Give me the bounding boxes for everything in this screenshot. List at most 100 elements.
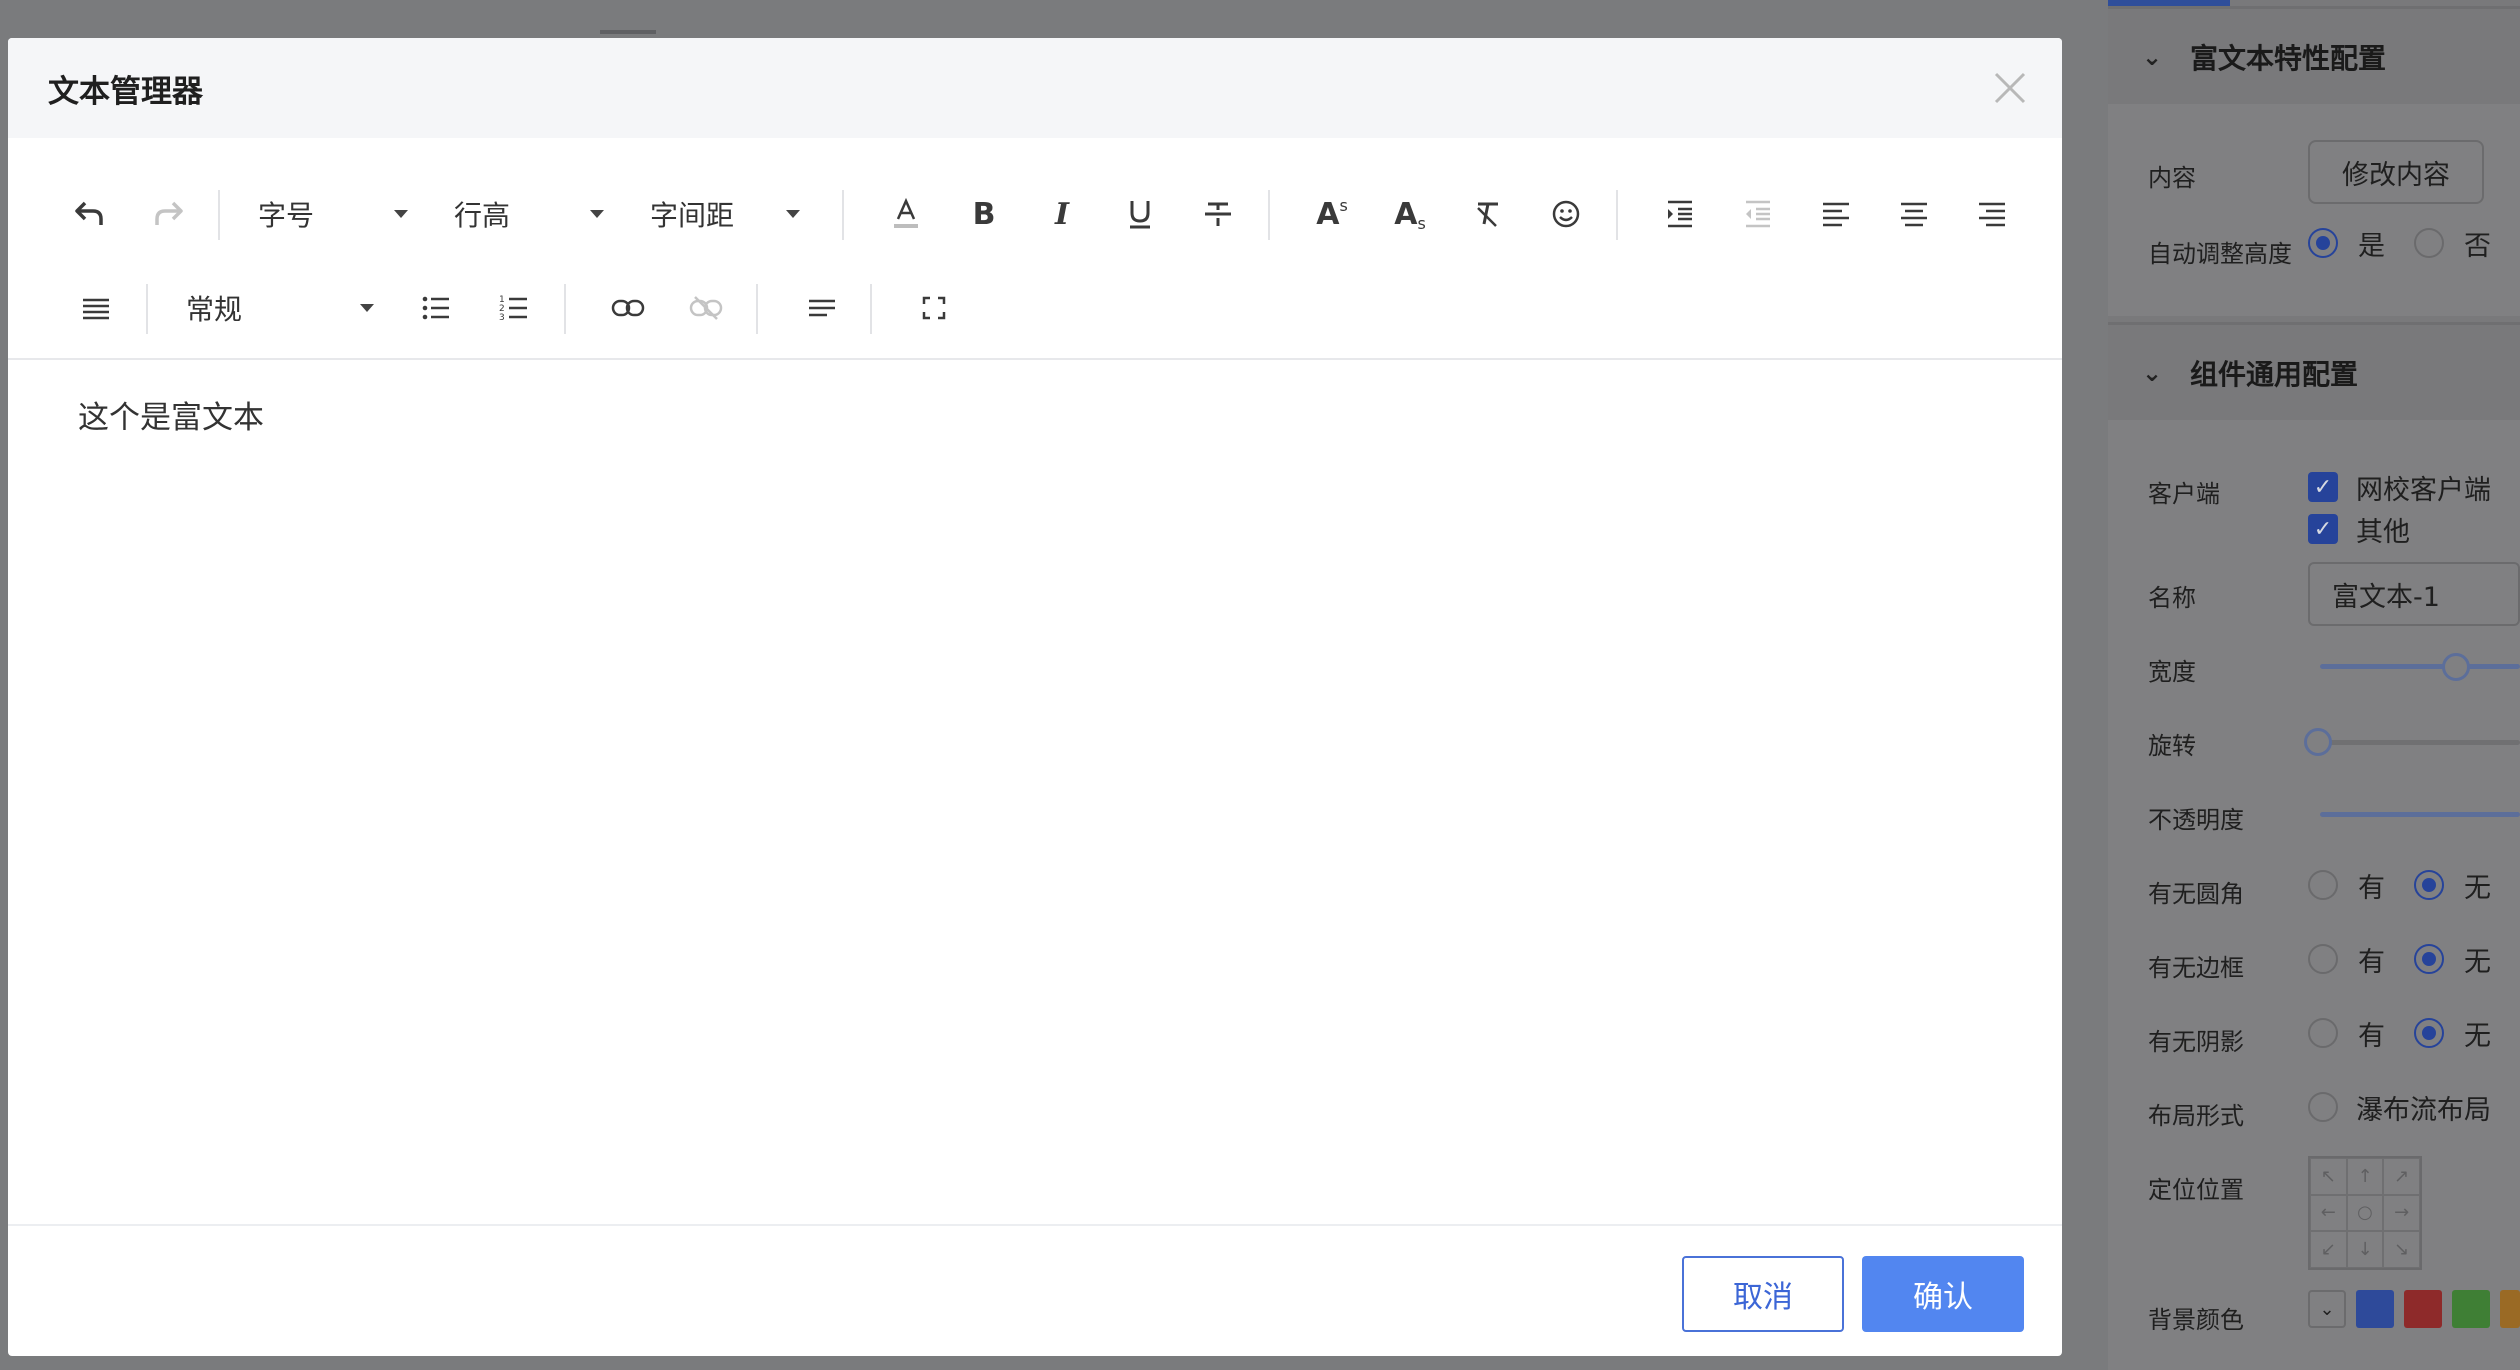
shadow-yes-label: 有 xyxy=(2358,1021,2385,1052)
rotate-slider-track[interactable] xyxy=(2320,740,2520,745)
clear-format-icon[interactable] xyxy=(1460,186,1516,242)
opacity-slider-track[interactable] xyxy=(2320,812,2520,817)
auto-height-yes-radio[interactable] xyxy=(2308,228,2338,258)
background-tab-indicator xyxy=(600,30,656,34)
strikethrough-icon[interactable] xyxy=(1190,186,1246,242)
width-slider-thumb[interactable] xyxy=(2442,653,2470,681)
client-checkbox-1[interactable]: ✓ xyxy=(2308,472,2338,502)
letter-spacing-label: 字间距 xyxy=(650,199,735,232)
border-label: 有无边框 xyxy=(2148,954,2244,982)
rounded-yes-radio[interactable] xyxy=(2308,870,2338,900)
caret-down-icon xyxy=(786,210,800,218)
shadow-no-radio[interactable] xyxy=(2414,1018,2444,1048)
name-input[interactable]: 富文本-1 xyxy=(2308,562,2520,626)
align-center-icon[interactable] xyxy=(1886,186,1942,242)
modal-footer: 取消 确认 xyxy=(8,1224,2062,1356)
link-icon[interactable] xyxy=(600,280,656,336)
section-header-rich-text[interactable]: ⌄ 富文本特性配置 xyxy=(2108,6,2520,104)
section-title: 富文本特性配置 xyxy=(2190,41,2387,75)
layout-waterfall-radio[interactable] xyxy=(2308,1092,2338,1122)
font-color-icon[interactable] xyxy=(878,186,934,242)
cancel-button[interactable]: 取消 xyxy=(1682,1256,1844,1332)
line-height-select[interactable]: 行高 xyxy=(454,186,604,242)
arrow-up-left-icon[interactable]: ↖ xyxy=(2310,1158,2347,1195)
letter-spacing-select[interactable]: 字间距 xyxy=(650,186,800,242)
arrow-left-icon[interactable]: ← xyxy=(2310,1194,2347,1232)
bold-icon[interactable]: B xyxy=(956,186,1012,242)
color-picker-dropdown[interactable]: ⌄ xyxy=(2308,1290,2346,1328)
align-left-icon[interactable] xyxy=(1808,186,1864,242)
auto-height-label: 自动调整高度 xyxy=(2148,240,2292,268)
edit-content-button[interactable]: 修改内容 xyxy=(2308,140,2484,204)
superscript-icon[interactable]: As xyxy=(1304,186,1360,242)
border-yes-radio[interactable] xyxy=(2308,944,2338,974)
border-no-radio[interactable] xyxy=(2414,944,2444,974)
confirm-button[interactable]: 确认 xyxy=(1862,1256,2024,1332)
toolbar-divider xyxy=(756,284,758,334)
caret-down-icon xyxy=(590,210,604,218)
rounded-no-label: 无 xyxy=(2464,873,2491,904)
arrow-down-icon[interactable]: ↓ xyxy=(2346,1231,2384,1268)
numbered-list-icon[interactable]: 123 xyxy=(486,280,542,336)
indent-icon[interactable] xyxy=(1652,186,1708,242)
toolbar-divider xyxy=(842,190,844,240)
svg-text:3: 3 xyxy=(499,313,505,323)
paragraph-format-icon[interactable] xyxy=(794,280,850,336)
color-swatch-1[interactable] xyxy=(2356,1290,2394,1328)
font-size-select[interactable]: 字号 xyxy=(258,186,408,242)
rounded-no-radio[interactable] xyxy=(2414,870,2444,900)
section-title: 组件通用配置 xyxy=(2190,357,2359,391)
modal-title: 文本管理器 xyxy=(48,73,203,110)
color-swatch-3[interactable] xyxy=(2452,1290,2490,1328)
toolbar-divider xyxy=(1268,190,1270,240)
arrow-down-left-icon[interactable]: ↙ xyxy=(2310,1231,2347,1268)
align-right-icon[interactable] xyxy=(1964,186,2020,242)
bg-color-label: 背景颜色 xyxy=(2148,1306,2244,1334)
undo-icon[interactable] xyxy=(62,186,118,242)
outdent-icon[interactable] xyxy=(1730,186,1786,242)
toolbar-divider xyxy=(1616,190,1618,240)
underline-icon[interactable] xyxy=(1112,186,1168,242)
editor-toolbar: 字号 行高 字间距 B I As As 常规 1 2 3 xyxy=(8,138,2062,360)
section-header-common[interactable]: ⌄ 组件通用配置 xyxy=(2108,322,2520,420)
color-swatch-4[interactable] xyxy=(2500,1290,2520,1328)
client-option-1: 网校客户端 xyxy=(2356,475,2491,506)
rounded-label: 有无圆角 xyxy=(2148,880,2244,908)
shadow-yes-radio[interactable] xyxy=(2308,1018,2338,1048)
arrow-down-right-icon[interactable]: ↘ xyxy=(2383,1231,2420,1268)
arrow-up-right-icon[interactable]: ↗ xyxy=(2383,1158,2420,1195)
content-label: 内容 xyxy=(2148,164,2196,192)
name-label: 名称 xyxy=(2148,584,2196,612)
fullscreen-icon[interactable] xyxy=(906,280,962,336)
client-option-2: 其他 xyxy=(2356,517,2410,548)
close-icon[interactable] xyxy=(1986,64,2034,112)
color-swatch-2[interactable] xyxy=(2404,1290,2442,1328)
font-size-label: 字号 xyxy=(258,199,315,232)
paragraph-style-select[interactable]: 常规 xyxy=(186,280,374,336)
client-checkbox-2[interactable]: ✓ xyxy=(2308,514,2338,544)
chevron-down-icon: ⌄ xyxy=(2142,42,2163,71)
opacity-label: 不透明度 xyxy=(2148,806,2244,834)
caret-down-icon xyxy=(394,210,408,218)
auto-height-no-radio[interactable] xyxy=(2414,228,2444,258)
unlink-icon[interactable] xyxy=(678,280,734,336)
editor-area[interactable]: 这个是富文本 xyxy=(8,362,2062,1224)
subscript-icon[interactable]: As xyxy=(1382,186,1438,242)
width-slider-track[interactable] xyxy=(2320,664,2520,669)
emoji-icon[interactable] xyxy=(1538,186,1594,242)
bullet-list-icon[interactable] xyxy=(408,280,464,336)
rotate-label: 旋转 xyxy=(2148,732,2196,760)
arrow-right-icon[interactable]: → xyxy=(2383,1194,2420,1232)
layout-label: 布局形式 xyxy=(2148,1102,2244,1130)
editor-content[interactable]: 这个是富文本 xyxy=(78,392,264,437)
arrow-up-icon[interactable]: ↑ xyxy=(2346,1158,2384,1195)
caret-down-icon xyxy=(360,304,374,312)
position-label: 定位位置 xyxy=(2148,1176,2244,1204)
redo-icon[interactable] xyxy=(140,186,196,242)
justify-icon[interactable] xyxy=(68,280,124,336)
position-grid[interactable]: ↖ ↑ ↗ ← ○ → ↙ ↓ ↘ xyxy=(2308,1156,2422,1270)
rotate-slider-thumb[interactable] xyxy=(2304,728,2332,756)
center-circle-icon[interactable]: ○ xyxy=(2346,1194,2384,1232)
italic-icon[interactable]: I xyxy=(1034,186,1090,242)
shadow-label: 有无阴影 xyxy=(2148,1028,2244,1056)
